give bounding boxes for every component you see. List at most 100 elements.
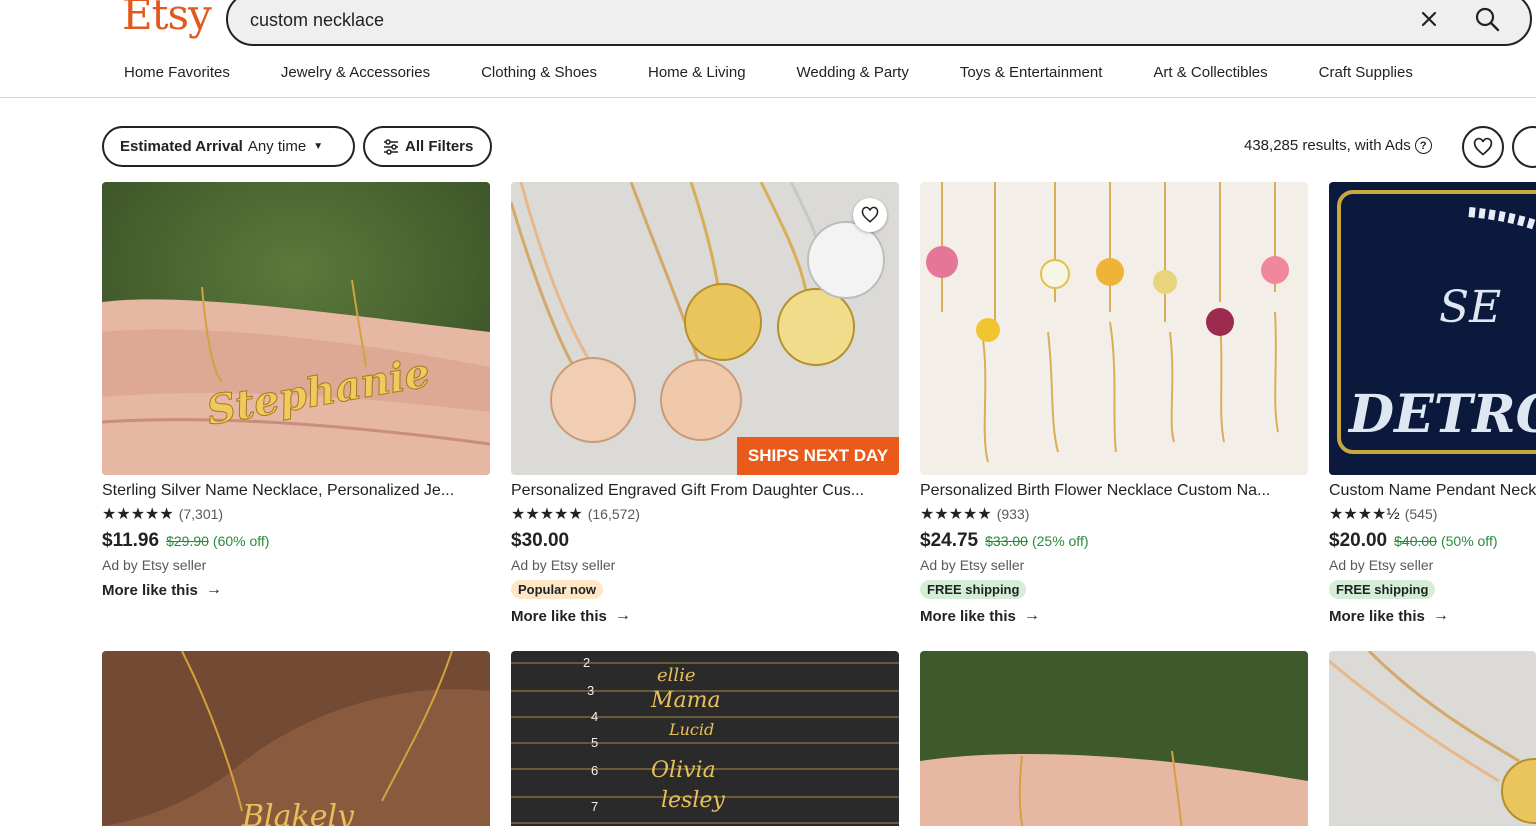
category-craft[interactable]: Craft Supplies <box>1319 64 1413 81</box>
listing-rating: ★★★★★ (7,301) <box>102 504 490 524</box>
arrow-right-icon: → <box>614 607 631 624</box>
listing-image[interactable] <box>1329 651 1536 826</box>
original-price: $40.00 <box>1394 533 1437 549</box>
listing-card[interactable]: Personalized Birth Flower Necklace Custo… <box>920 182 1308 625</box>
listing-image[interactable]: SE DETRO <box>1329 182 1536 475</box>
listing-card[interactable]: SE DETRO Custom Name Pendant Necklace ★★… <box>1329 182 1536 625</box>
all-filters-button[interactable]: All Filters <box>363 126 492 167</box>
heart-icon <box>1473 137 1493 156</box>
star-rating-icon: ★★★★★ <box>102 506 174 523</box>
listing-image[interactable] <box>920 651 1308 826</box>
arrival-label: Estimated Arrival <box>120 138 243 155</box>
listing-card[interactable]: SHIPS NEXT DAY Personalized Engraved Gif… <box>511 182 899 625</box>
original-price: $33.00 <box>985 533 1028 549</box>
discount-percent: (50% off) <box>1440 533 1498 549</box>
listing-price: $30.00 <box>511 530 899 552</box>
arrow-right-icon: → <box>1023 607 1040 624</box>
results-count: 438,285 results, with Ads ? <box>1244 137 1432 154</box>
ad-label: Ad by Etsy seller <box>920 557 1025 573</box>
svg-text:SE: SE <box>1439 282 1501 333</box>
category-home-favorites[interactable]: Home Favorites <box>124 64 230 81</box>
listing-image[interactable]: Stephanie <box>102 182 490 475</box>
category-toys[interactable]: Toys & Entertainment <box>960 64 1103 81</box>
ad-label: Ad by Etsy seller <box>511 557 616 573</box>
category-clothing[interactable]: Clothing & Shoes <box>481 64 597 81</box>
original-price: $29.90 <box>166 533 209 549</box>
pendant-name: Lucid <box>668 720 714 739</box>
all-filters-label: All Filters <box>405 138 474 155</box>
line-number: 2 <box>583 655 590 670</box>
listing-title[interactable]: Custom Name Pendant Necklace <box>1329 482 1536 500</box>
current-price: $20.00 <box>1329 530 1388 551</box>
discount-percent: (25% off) <box>1031 533 1089 549</box>
arrow-right-icon: → <box>1432 607 1449 624</box>
more-like-this-label: More like this <box>1329 607 1425 625</box>
search-icon[interactable] <box>1472 4 1502 34</box>
line-number: 6 <box>591 763 598 778</box>
favorite-button[interactable] <box>853 198 887 232</box>
listing-title[interactable]: Personalized Birth Flower Necklace Custo… <box>920 482 1308 500</box>
listing-rating: ★★★★★ (933) <box>920 504 1308 524</box>
more-like-this-label: More like this <box>920 607 1016 625</box>
current-price: $11.96 <box>102 530 160 551</box>
results-text: 438,285 results, with Ads <box>1244 137 1411 154</box>
etsy-logo[interactable]: Etsy <box>122 0 212 39</box>
more-like-this-label: More like this <box>511 607 607 625</box>
listing-image[interactable]: SHIPS NEXT DAY <box>511 182 899 475</box>
star-rating-icon: ★★★★½ <box>1329 506 1400 523</box>
listing-price: $20.00 $40.00 (50% off) <box>1329 530 1536 552</box>
review-count: (16,572) <box>587 506 640 522</box>
listing-image[interactable] <box>920 182 1308 475</box>
listing-title[interactable]: Sterling Silver Name Necklace, Personali… <box>102 482 490 500</box>
current-price: $30.00 <box>511 530 570 551</box>
pendant-name: Mama <box>650 688 721 713</box>
listing-image[interactable]: 2 3 4 5 6 7 ellie Mama Lucid Olivia lesl… <box>511 651 899 826</box>
line-number: 7 <box>591 799 598 814</box>
category-art[interactable]: Art & Collectibles <box>1153 64 1267 81</box>
search-input[interactable] <box>250 6 1350 34</box>
listing-price: $24.75 $33.00 (25% off) <box>920 530 1308 552</box>
arrival-value: Any time <box>247 138 307 155</box>
free-shipping-badge: FREE shipping <box>1329 580 1436 599</box>
listing-title[interactable]: Personalized Engraved Gift From Daughter… <box>511 482 899 500</box>
listing-card[interactable]: Stephanie Sterling Silver Name Necklace,… <box>102 182 490 599</box>
category-jewelry[interactable]: Jewelry & Accessories <box>281 64 430 81</box>
discount-percent: (60% off) <box>212 533 270 549</box>
more-like-this-link[interactable]: More like this → <box>920 607 1308 625</box>
more-like-this-link[interactable]: More like this → <box>102 581 490 599</box>
more-like-this-label: More like this <box>102 581 198 599</box>
save-search-button[interactable] <box>1462 126 1504 168</box>
svg-text:DETRO: DETRO <box>1347 384 1536 445</box>
estimated-arrival-dropdown[interactable]: Estimated Arrival Any time ▼ <box>102 126 355 167</box>
listing-image[interactable]: Blakely <box>102 651 490 826</box>
caret-down-icon: ▼ <box>313 141 324 152</box>
more-like-this-link[interactable]: More like this → <box>1329 607 1536 625</box>
ships-next-day-badge: SHIPS NEXT DAY <box>737 437 899 475</box>
pendant-name: Olivia <box>651 758 716 783</box>
help-icon[interactable]: ? <box>1414 137 1432 154</box>
arrow-right-icon: → <box>205 581 222 598</box>
category-wedding[interactable]: Wedding & Party <box>797 64 909 81</box>
clear-search-icon[interactable] <box>1414 4 1444 34</box>
listing-rating: ★★★★½ (545) <box>1329 504 1536 524</box>
ad-label: Ad by Etsy seller <box>102 557 207 573</box>
line-number: 4 <box>591 709 598 724</box>
heart-icon <box>861 206 879 223</box>
free-shipping-badge: FREE shipping <box>920 580 1027 599</box>
more-like-this-link[interactable]: More like this → <box>511 607 899 625</box>
blakely-pendant-text: Blakely <box>241 799 355 826</box>
review-count: (545) <box>1404 506 1438 522</box>
listing-price: $11.96 $29.90 (60% off) <box>102 530 490 552</box>
line-number: 3 <box>587 683 594 698</box>
category-home-living[interactable]: Home & Living <box>648 64 746 81</box>
pendant-name: lesley <box>661 788 725 813</box>
review-count: (933) <box>996 506 1030 522</box>
review-count: (7,301) <box>178 506 224 522</box>
search-bar[interactable] <box>226 0 1532 46</box>
filter-sliders-icon <box>384 138 398 155</box>
sort-button[interactable] <box>1512 126 1536 168</box>
line-number: 5 <box>591 735 598 750</box>
pendant-name: ellie <box>657 665 696 686</box>
star-rating-icon: ★★★★★ <box>920 506 992 523</box>
popular-now-badge: Popular now <box>511 580 603 599</box>
